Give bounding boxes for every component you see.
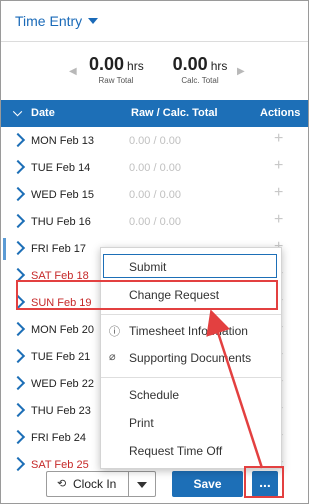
menu-item-submit[interactable]: Submit bbox=[101, 254, 281, 280]
add-entry-icon[interactable]: + bbox=[274, 130, 283, 148]
table-row[interactable]: THU Feb 16 0.00 / 0.00 + bbox=[1, 210, 308, 237]
chevron-right-icon[interactable] bbox=[10, 348, 26, 364]
row-date: WED Feb 15 bbox=[31, 189, 94, 201]
calc-total-label: Calc. Total bbox=[181, 76, 219, 85]
row-date: THU Feb 16 bbox=[31, 216, 91, 228]
calc-total-unit: hrs bbox=[210, 59, 228, 73]
row-total: 0.00 / 0.00 bbox=[129, 135, 181, 147]
more-button-highlight bbox=[244, 466, 284, 498]
table-row[interactable]: MON Feb 13 0.00 / 0.00 + bbox=[1, 129, 308, 156]
page-title[interactable]: Time Entry bbox=[15, 13, 82, 29]
clock-in-label: Clock In bbox=[73, 477, 117, 491]
table-row[interactable]: TUE Feb 14 0.00 / 0.00 + bbox=[1, 156, 308, 183]
paperclip-icon: ⌀ bbox=[109, 351, 116, 363]
chevron-down-icon bbox=[137, 482, 147, 488]
row-total: 0.00 / 0.00 bbox=[129, 162, 181, 174]
row-date: MON Feb 20 bbox=[31, 324, 94, 336]
table-row[interactable]: WED Feb 15 0.00 / 0.00 + bbox=[1, 183, 308, 210]
row-date: THU Feb 23 bbox=[31, 405, 91, 417]
raw-total: 0.00 hrs Raw Total bbox=[89, 54, 144, 85]
add-entry-icon[interactable]: + bbox=[274, 157, 283, 175]
row-date: FRI Feb 17 bbox=[31, 243, 87, 255]
menu-item-label: Submit bbox=[129, 260, 167, 274]
save-button[interactable]: Save bbox=[172, 471, 243, 497]
menu-item-print[interactable]: Print bbox=[101, 410, 281, 436]
row-total: 0.00 / 0.00 bbox=[129, 216, 181, 228]
chevron-right-icon[interactable] bbox=[10, 213, 26, 229]
menu-divider bbox=[101, 377, 281, 378]
menu-item-schedule[interactable]: Schedule bbox=[101, 382, 281, 408]
chevron-right-icon[interactable] bbox=[10, 375, 26, 391]
menu-divider bbox=[101, 314, 281, 315]
header[interactable]: Time Entry bbox=[1, 1, 308, 42]
chevron-right-icon[interactable] bbox=[10, 402, 26, 418]
chevron-right-icon[interactable] bbox=[10, 186, 26, 202]
clock-in-button[interactable]: ⟲ Clock In bbox=[46, 471, 129, 497]
chevron-right-icon[interactable] bbox=[10, 240, 26, 256]
row-date: WED Feb 22 bbox=[31, 378, 94, 390]
chevron-down-icon[interactable] bbox=[88, 18, 99, 24]
table-header: ⌵ Date Raw / Calc. Total Actions bbox=[1, 100, 308, 127]
collapse-all-icon[interactable]: ⌵ bbox=[13, 105, 22, 120]
add-entry-icon[interactable]: + bbox=[274, 211, 283, 229]
menu-item-label: Request Time Off bbox=[129, 444, 223, 458]
row-date: MON Feb 13 bbox=[31, 135, 94, 147]
menu-item-label: Schedule bbox=[129, 388, 180, 402]
info-icon: ⓘ bbox=[109, 326, 120, 338]
column-total: Raw / Calc. Total bbox=[131, 107, 218, 119]
chevron-right-icon[interactable] bbox=[10, 132, 26, 148]
row-date: FRI Feb 24 bbox=[31, 432, 87, 444]
chevron-right-icon[interactable] bbox=[10, 321, 26, 337]
menu-item-label: Supporting Documents bbox=[129, 351, 252, 365]
row-total: 0.00 / 0.00 bbox=[129, 189, 181, 201]
add-entry-icon[interactable]: + bbox=[274, 184, 283, 202]
change-request-highlight bbox=[16, 280, 278, 310]
column-date[interactable]: Date bbox=[31, 107, 55, 119]
chevron-right-icon[interactable] bbox=[10, 429, 26, 445]
clock-in-dropdown[interactable] bbox=[128, 471, 156, 497]
raw-total-value: 0.00 bbox=[89, 54, 125, 74]
current-row-marker bbox=[3, 238, 6, 260]
calc-total: 0.00 hrs Calc. Total bbox=[171, 54, 229, 85]
prev-arrow-icon[interactable]: ◀ bbox=[69, 66, 77, 77]
menu-item-timesheet-information[interactable]: ⓘ Timesheet Information bbox=[101, 318, 281, 344]
raw-total-label: Raw Total bbox=[98, 76, 134, 85]
row-date: TUE Feb 21 bbox=[31, 351, 91, 363]
raw-total-unit: hrs bbox=[127, 59, 144, 73]
menu-item-supporting-documents[interactable]: ⌀ Supporting Documents bbox=[101, 345, 281, 371]
row-date: TUE Feb 14 bbox=[31, 162, 91, 174]
calc-total-value: 0.00 bbox=[172, 54, 208, 74]
column-actions: Actions bbox=[260, 107, 301, 119]
chevron-right-icon[interactable] bbox=[10, 159, 26, 175]
totals-summary: ◀ 0.00 hrs Raw Total 0.00 hrs Calc. Total … bbox=[1, 42, 308, 98]
clock-icon: ⟲ bbox=[57, 478, 67, 490]
menu-item-label: Timesheet Information bbox=[129, 324, 248, 338]
menu-item-label: Print bbox=[129, 416, 154, 430]
next-arrow-icon[interactable]: ▶ bbox=[237, 66, 245, 77]
